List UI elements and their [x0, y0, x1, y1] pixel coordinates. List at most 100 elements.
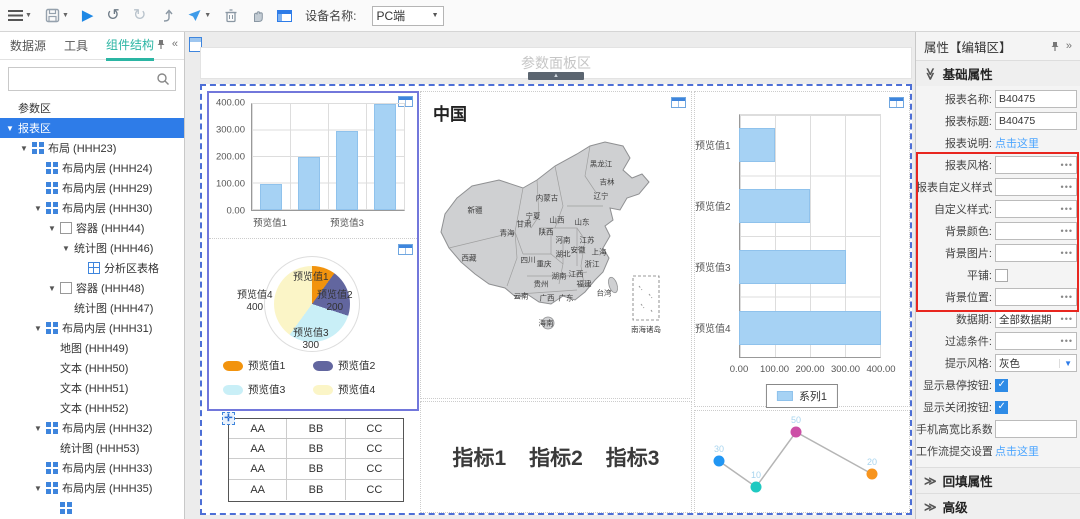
province-label[interactable]: 广东	[559, 293, 574, 304]
bar[interactable]	[374, 104, 396, 210]
pan-button[interactable]	[251, 8, 264, 23]
table-cell[interactable]: CC	[346, 459, 403, 478]
tree-item[interactable]: 布局内层 (HHH33)	[0, 458, 184, 478]
publish-button[interactable]	[159, 8, 174, 23]
province-label[interactable]: 西藏	[462, 253, 477, 264]
tree-expand-arrow[interactable]: ▼	[48, 224, 60, 233]
province-label[interactable]: 四川	[521, 255, 536, 266]
bar-chart-widget[interactable]: 400.00300.00200.00100.000.00 预览值1 预览值3	[209, 93, 417, 239]
field-input[interactable]: B40475 •••	[995, 90, 1077, 108]
redo-button[interactable]: ↻	[133, 8, 146, 24]
field-input[interactable]: •••	[995, 420, 1077, 438]
collapse-panel-icon[interactable]: »	[1066, 40, 1072, 52]
table-cell[interactable]: AA	[229, 480, 287, 500]
tree-expand-arrow[interactable]: ▼	[62, 244, 74, 253]
province-label[interactable]: 浙江	[585, 259, 600, 270]
tree-item[interactable]: ▼ 布局内层 (HHH35)	[0, 478, 184, 498]
table-cell[interactable]: CC	[346, 480, 403, 500]
province-label[interactable]: 新疆	[468, 205, 483, 216]
chart-settings-icon[interactable]	[889, 97, 904, 108]
tree-item[interactable]: ▼ 统计图 (HHH46)	[0, 238, 184, 258]
line-chart-widget[interactable]: 30 10 50 20	[694, 410, 910, 513]
tree-item[interactable]: ▼ 布局内层 (HHH32)	[0, 418, 184, 438]
undo-button[interactable]: ↺	[106, 8, 119, 24]
table-cell[interactable]: AA	[229, 459, 287, 478]
indicator-text[interactable]: 指标1	[452, 442, 506, 472]
table-cell[interactable]: BB	[287, 459, 345, 478]
ellipsis-button[interactable]: •••	[1061, 248, 1073, 258]
tree-item[interactable]: ▼ 布局内层 (HHH31)	[0, 318, 184, 338]
legend-item[interactable]: 预览值3	[223, 382, 313, 397]
tree-expand-arrow[interactable]: ▼	[34, 324, 46, 333]
tree-item[interactable]: ▼ 容器 (HHH44)	[0, 218, 184, 238]
tree-item[interactable]: ▼ 报表区	[0, 118, 184, 138]
bar[interactable]	[739, 189, 810, 223]
province-label[interactable]: 吉林	[600, 177, 615, 188]
chart-settings-icon[interactable]	[398, 244, 413, 255]
bar[interactable]	[739, 250, 846, 284]
section-writeback-properties[interactable]: ≫ 回填属性	[916, 467, 1080, 493]
panel-collapse-handle[interactable]: ▲	[528, 72, 584, 80]
ellipsis-button[interactable]: •••	[1061, 226, 1073, 236]
table-cell[interactable]: BB	[287, 439, 345, 458]
run-preview-button[interactable]: ▶	[82, 8, 94, 23]
province-label[interactable]: 辽宁	[594, 191, 609, 202]
save-button[interactable]: ▼	[45, 8, 69, 23]
bar[interactable]	[336, 131, 358, 211]
tree-expand-arrow[interactable]: ▼	[20, 144, 32, 153]
table-cell[interactable]: BB	[287, 480, 345, 500]
province-label[interactable]: 青海	[500, 228, 515, 239]
ellipsis-button[interactable]: •••	[1061, 182, 1073, 192]
table-cell[interactable]: AA	[229, 419, 287, 438]
table-cell[interactable]: AA	[229, 439, 287, 458]
province-label[interactable]: 河南	[556, 235, 571, 246]
pie-chart-widget[interactable]: 预览值1 预览值2200 预览值3300 预览值4400 预览值1 预览值2	[209, 240, 417, 409]
field-input[interactable]: •••	[995, 288, 1077, 306]
legend-item[interactable]: 预览值2	[313, 358, 403, 373]
province-label[interactable]: 内蒙古	[536, 193, 559, 204]
tree-item[interactable]: 统计图 (HHH47)	[0, 298, 184, 318]
collapse-panel-icon[interactable]: «	[172, 38, 178, 50]
selected-container[interactable]: 400.00300.00200.00100.000.00 预览值1 预览值3 预…	[207, 91, 419, 411]
tree-item[interactable]: 分析区表格	[0, 258, 184, 278]
hbar-chart-widget[interactable]: 预览值1 预览值2 预览值3 预览值4	[694, 91, 910, 407]
field-link[interactable]: 点击这里	[995, 443, 1039, 459]
analysis-table[interactable]: AA BB CC AA BB CC AA BB CC AA	[228, 418, 404, 502]
field-input[interactable]: B40475 •••	[995, 112, 1077, 130]
field-input[interactable]: 全部数据期 •••	[995, 310, 1077, 328]
indicator-widget[interactable]: 指标1 指标2 指标3	[420, 401, 692, 513]
ellipsis-button[interactable]: •••	[1061, 160, 1073, 170]
province-label[interactable]: 福建	[577, 279, 592, 290]
province-label[interactable]: 台湾	[597, 288, 612, 299]
field-checkbox[interactable]	[995, 269, 1008, 282]
indicator-text[interactable]: 指标2	[529, 442, 583, 472]
province-label[interactable]: 上海	[592, 247, 607, 258]
data-point[interactable]	[867, 469, 878, 480]
field-checkbox[interactable]	[995, 379, 1008, 392]
tree-item[interactable]: 统计图 (HHH53)	[0, 438, 184, 458]
field-select[interactable]: 灰色 ▼	[995, 354, 1077, 372]
tree-item[interactable]: 参数区	[0, 98, 184, 118]
tree-item[interactable]: 文本 (HHH50)	[0, 358, 184, 378]
tree-expand-arrow[interactable]: ▼	[48, 284, 60, 293]
field-input[interactable]: •••	[995, 244, 1077, 262]
layout-button[interactable]	[277, 10, 292, 22]
province-label[interactable]: 山东	[575, 217, 590, 228]
device-select[interactable]: PC端▼	[372, 6, 444, 26]
tree-expand-arrow[interactable]: ▼	[6, 124, 18, 133]
tree-expand-arrow[interactable]: ▼	[34, 204, 46, 213]
legend-item[interactable]: 预览值4	[313, 382, 403, 397]
tree-item[interactable]: ▼ 容器 (HHH48)	[0, 278, 184, 298]
ellipsis-button[interactable]: •••	[1061, 314, 1073, 324]
indicator-text[interactable]: 指标3	[606, 442, 660, 472]
province-label[interactable]: 重庆	[537, 259, 552, 270]
sidebar-tab[interactable]: 工具	[64, 32, 88, 59]
tree-item[interactable]: ▼ 布局 (HHH23)	[0, 138, 184, 158]
province-label[interactable]: 云南	[514, 291, 529, 302]
province-label[interactable]: 贵州	[534, 279, 549, 290]
tree-expand-arrow[interactable]: ▼	[34, 424, 46, 433]
bar[interactable]	[739, 311, 881, 345]
bar[interactable]	[260, 184, 282, 211]
map-widget[interactable]: 中国 南海诸岛 新疆西藏青海甘肃内蒙古黑龙江吉林辽宁宁夏山西山东陕西河南江苏	[420, 91, 692, 399]
report-area[interactable]: 400.00300.00200.00100.000.00 预览值1 预览值3 预…	[200, 84, 912, 515]
